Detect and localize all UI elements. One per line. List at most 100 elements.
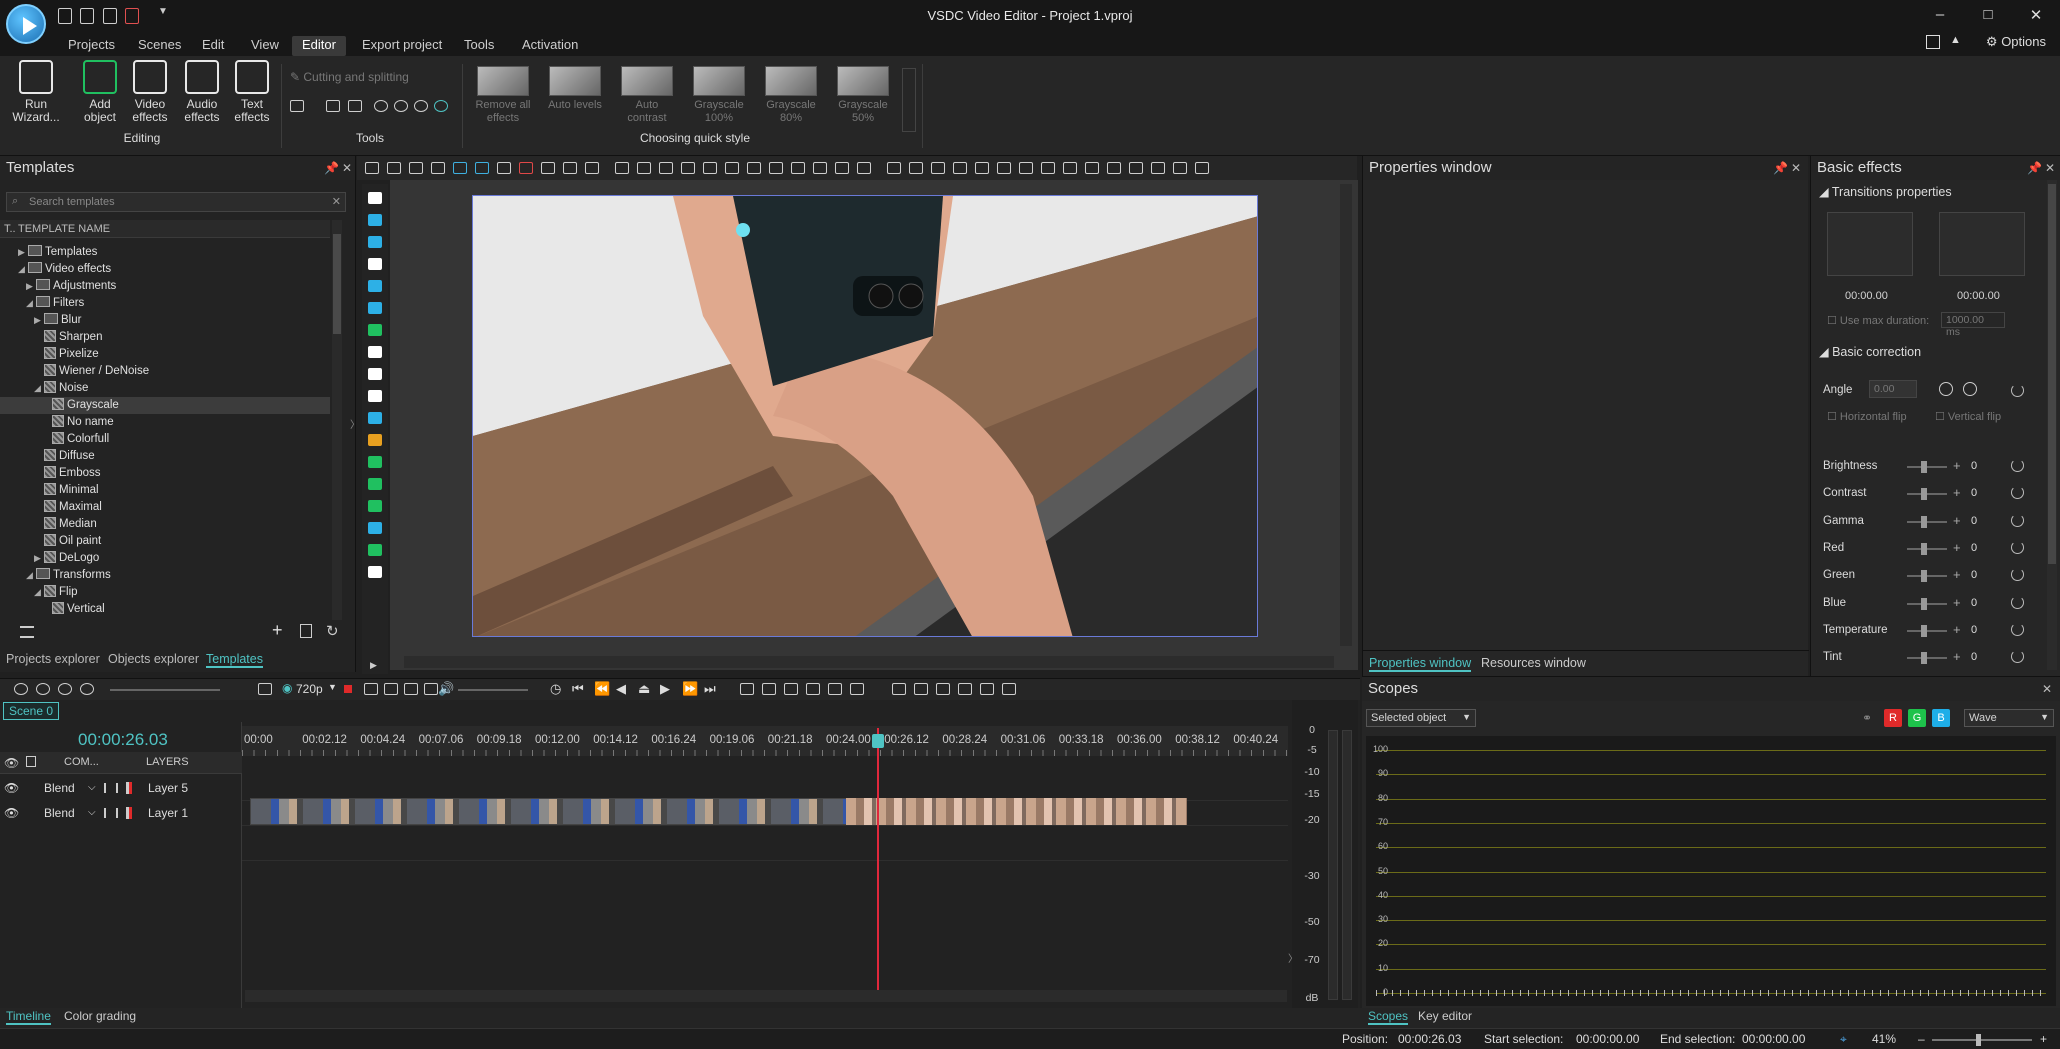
minimize-icon[interactable]: – bbox=[1920, 6, 1960, 28]
chevron-down-icon[interactable]: ⌵ bbox=[88, 776, 96, 800]
draw-tool-icon[interactable] bbox=[368, 456, 382, 468]
tab-key-editor[interactable]: Key editor bbox=[1418, 1009, 1472, 1023]
editor-tool-icon[interactable] bbox=[1195, 162, 1209, 174]
draw-tool-icon[interactable] bbox=[368, 500, 382, 512]
menu-view[interactable]: View bbox=[241, 36, 289, 56]
zoom-in-icon[interactable]: + bbox=[2040, 1032, 2047, 1046]
options-button[interactable]: ⚙ Options bbox=[1986, 34, 2046, 50]
editor-tool-icon[interactable] bbox=[997, 162, 1011, 174]
draw-tool-icon[interactable] bbox=[368, 302, 382, 314]
tab-color-grading[interactable]: Color grading bbox=[64, 1009, 136, 1023]
timeline-tool-icon[interactable] bbox=[762, 683, 776, 695]
editor-tool-icon[interactable] bbox=[615, 162, 629, 174]
expand-toggle-icon[interactable]: ◢ bbox=[26, 567, 36, 584]
tree-item[interactable]: Minimal bbox=[0, 482, 330, 499]
rotate-left-icon[interactable] bbox=[374, 100, 388, 112]
tree-item[interactable]: Sharpen bbox=[0, 329, 330, 346]
tree-item[interactable]: ▶ DeLogo bbox=[0, 550, 330, 567]
playhead[interactable] bbox=[877, 728, 879, 990]
timeline-tool-icon[interactable] bbox=[892, 683, 906, 695]
draw-tool-icon[interactable] bbox=[368, 368, 382, 380]
add-template-icon[interactable]: + bbox=[272, 620, 283, 641]
transitions-section[interactable]: ◢ Transitions properties bbox=[1819, 184, 1952, 199]
editor-tool-icon[interactable] bbox=[659, 162, 673, 174]
timeline-tool-icon[interactable] bbox=[914, 683, 928, 695]
menu-tools[interactable]: Tools bbox=[454, 36, 504, 56]
editor-tool-icon[interactable] bbox=[681, 162, 695, 174]
tree-item[interactable]: Diffuse bbox=[0, 448, 330, 465]
draw-tool-icon[interactable] bbox=[368, 214, 382, 226]
step-back-icon[interactable]: ◀ bbox=[616, 681, 626, 697]
draw-tool-icon[interactable] bbox=[368, 346, 382, 358]
quick-style-4[interactable]: Grayscale 80% bbox=[760, 66, 822, 125]
plus-icon[interactable]: + bbox=[1953, 485, 1961, 500]
transition-in-thumb[interactable] bbox=[1827, 212, 1913, 276]
editor-tool-icon[interactable] bbox=[453, 162, 467, 174]
stop-icon[interactable]: ⏏ bbox=[638, 681, 650, 697]
use-max-duration-checkbox[interactable]: ☐ Use max duration: bbox=[1827, 314, 1929, 327]
chevron-down-icon[interactable]: ⌵ bbox=[88, 801, 96, 825]
audio-wave-icon[interactable] bbox=[104, 808, 118, 818]
add-layer-icon[interactable] bbox=[14, 683, 28, 695]
trim-icon[interactable] bbox=[348, 100, 362, 112]
reset-icon[interactable] bbox=[2011, 595, 2024, 609]
rotate-icon[interactable] bbox=[414, 100, 428, 112]
scene-tab[interactable]: Scene 0 bbox=[3, 702, 60, 720]
draw-tool-icon[interactable] bbox=[368, 522, 382, 534]
reset-icon[interactable] bbox=[2011, 622, 2024, 636]
playback-option-icon[interactable] bbox=[424, 683, 438, 695]
param-contrast-slider[interactable] bbox=[1907, 488, 1947, 501]
chevron-down-icon[interactable]: ▼ bbox=[328, 682, 337, 692]
vertical-flip-checkbox[interactable]: ☐ Vertical flip bbox=[1935, 410, 2001, 423]
playback-option-icon[interactable] bbox=[364, 683, 378, 695]
zoom-slider-thumb[interactable] bbox=[1976, 1034, 1981, 1046]
rotate-right-icon[interactable] bbox=[394, 100, 408, 112]
basic-correction-section[interactable]: ◢ Basic correction bbox=[1819, 344, 1921, 359]
video-effects-button[interactable]: Video effects bbox=[124, 60, 176, 124]
editor-tool-icon[interactable] bbox=[1173, 162, 1187, 174]
draw-tool-icon[interactable] bbox=[368, 280, 382, 292]
clock-icon[interactable]: ◷ bbox=[550, 681, 561, 697]
plus-icon[interactable]: + bbox=[1953, 649, 1961, 664]
tab-resources-window[interactable]: Resources window bbox=[1481, 656, 1586, 670]
draw-tool-icon[interactable] bbox=[368, 192, 382, 204]
timeline-tool-icon[interactable] bbox=[740, 683, 754, 695]
editor-tool-icon[interactable] bbox=[703, 162, 717, 174]
editor-tool-icon[interactable] bbox=[541, 162, 555, 174]
max-duration-input[interactable]: 1000.00 ms bbox=[1941, 312, 2005, 338]
editor-tool-icon[interactable] bbox=[1063, 162, 1077, 174]
tree-item[interactable]: ▶ Templates bbox=[0, 244, 330, 261]
audio-effects-button[interactable]: Audio effects bbox=[176, 60, 228, 124]
editor-tool-icon[interactable] bbox=[519, 162, 533, 174]
reset-icon[interactable] bbox=[2011, 540, 2024, 554]
reset-icon[interactable] bbox=[2011, 486, 2024, 500]
editor-tool-icon[interactable] bbox=[409, 162, 423, 174]
close-panel-icon[interactable]: ✕ bbox=[2042, 677, 2052, 701]
timeline-tool-icon[interactable] bbox=[784, 683, 798, 695]
plus-icon[interactable]: + bbox=[1953, 458, 1961, 473]
lock-icon[interactable] bbox=[26, 756, 36, 767]
tree-item[interactable]: ▶ Adjustments bbox=[0, 278, 330, 295]
tree-item[interactable]: ◢ Filters bbox=[0, 295, 330, 312]
tree-item[interactable]: ◢ Video effects bbox=[0, 261, 330, 278]
green-channel-toggle[interactable]: G bbox=[1908, 709, 1926, 727]
tab-scopes[interactable]: Scopes bbox=[1368, 1009, 1409, 1025]
draw-tool-icon[interactable] bbox=[368, 390, 382, 402]
close-panel-icon[interactable]: ✕ bbox=[1791, 156, 1801, 180]
timeline-tool-icon[interactable] bbox=[958, 683, 972, 695]
red-channel-toggle[interactable]: R bbox=[1884, 709, 1902, 727]
tree-item[interactable]: Colorfull bbox=[0, 431, 330, 448]
preview-mode-icon[interactable] bbox=[258, 683, 272, 695]
reset-angle-icon[interactable] bbox=[2011, 384, 2024, 397]
tree-scrollbar[interactable] bbox=[332, 220, 342, 620]
fit-zoom-icon[interactable]: ⌖ bbox=[1840, 1032, 1847, 1047]
editor-tool-icon[interactable] bbox=[431, 162, 445, 174]
refresh-icon[interactable]: ↻ bbox=[326, 622, 339, 640]
record-icon[interactable] bbox=[80, 683, 94, 695]
plus-icon[interactable]: + bbox=[1953, 567, 1961, 582]
plus-icon[interactable]: + bbox=[1953, 540, 1961, 555]
quick-style-5[interactable]: Grayscale 50% bbox=[832, 66, 894, 125]
add-object-button[interactable]: Add object bbox=[74, 60, 126, 124]
quick-style-3[interactable]: Grayscale 100% bbox=[688, 66, 750, 125]
tree-item[interactable]: Oil paint bbox=[0, 533, 330, 550]
